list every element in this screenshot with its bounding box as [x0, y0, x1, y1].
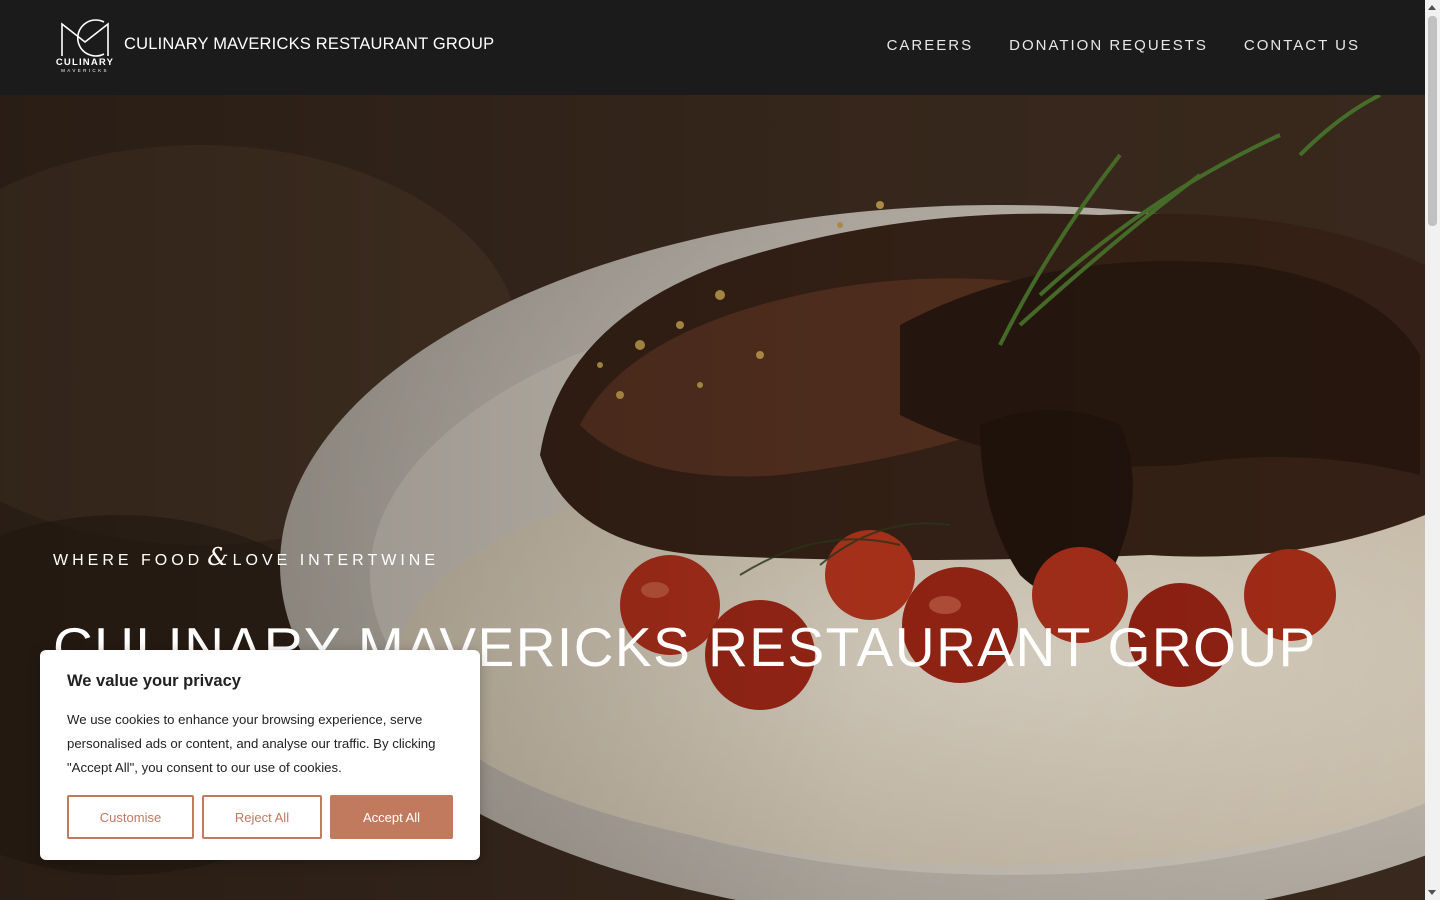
- nav-donation-requests-link[interactable]: DONATION REQUESTS: [1009, 37, 1208, 54]
- monogram-logo-icon: [61, 19, 109, 57]
- scroll-down-arrow-icon[interactable]: [1428, 890, 1436, 895]
- hero-tagline: WHERE FOOD & LOVE INTERTWINE: [53, 543, 439, 571]
- reject-all-button[interactable]: Reject All: [202, 795, 322, 839]
- page-scrollbar[interactable]: [1425, 0, 1440, 900]
- customise-button[interactable]: Customise: [67, 795, 194, 839]
- scrollbar-thumb[interactable]: [1428, 16, 1437, 226]
- cookie-title: We value your privacy: [67, 672, 241, 690]
- nav-careers-link[interactable]: CAREERS: [887, 37, 974, 54]
- accept-all-button[interactable]: Accept All: [330, 795, 453, 839]
- brand-name[interactable]: CULINARY MAVERICKS RESTAURANT GROUP: [124, 35, 494, 54]
- logo-subtext: MAVERICKS: [61, 68, 109, 73]
- cookie-description: We use cookies to enhance your browsing …: [67, 712, 436, 775]
- site-logo[interactable]: CULINARY MAVERICKS: [52, 18, 118, 76]
- tagline-part-2: LOVE INTERTWINE: [232, 552, 439, 569]
- scroll-up-arrow-icon[interactable]: [1428, 5, 1436, 10]
- main-nav: CAREERS DONATION REQUESTS CONTACT US: [887, 37, 1360, 54]
- tagline-ampersand: &: [207, 543, 229, 571]
- cookie-consent-banner: We value your privacy We use cookies to …: [40, 650, 480, 860]
- tagline-part-1: WHERE FOOD: [53, 552, 204, 569]
- nav-contact-us-link[interactable]: CONTACT US: [1244, 37, 1360, 54]
- site-header: CULINARY MAVERICKS CULINARY MAVERICKS RE…: [0, 0, 1425, 95]
- cookie-button-group: Customise Reject All Accept All: [67, 795, 453, 839]
- logo-wordmark: CULINARY: [55, 57, 115, 68]
